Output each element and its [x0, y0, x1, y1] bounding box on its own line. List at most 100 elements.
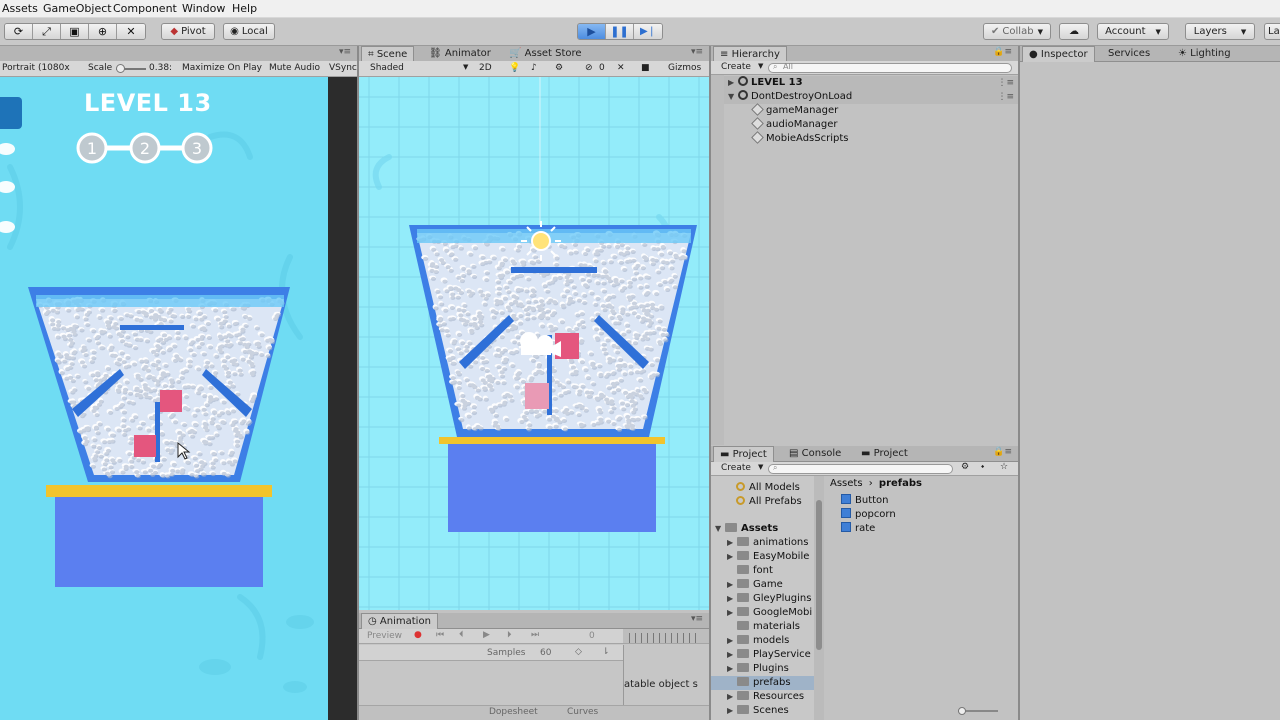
favorite-star-icon[interactable]: ☆	[1000, 462, 1008, 472]
hierarchy-item-audiomanager[interactable]: audioManager	[751, 117, 838, 132]
tab-inspector[interactable]: ● Inspector	[1022, 46, 1095, 62]
hidden-objects-icon[interactable]: ⊘	[585, 63, 593, 73]
folder-item[interactable]: ▶ PlayService	[727, 648, 817, 662]
folder-item[interactable]: ▶ Plugins	[727, 662, 817, 676]
camera-icon[interactable]: ■	[641, 63, 650, 73]
project-search-input[interactable]: ⌕	[768, 463, 953, 474]
item-menu-icon[interactable]: ⋮≡	[997, 90, 1014, 104]
audio-icon[interactable]: ♪	[531, 63, 537, 73]
tab-animation[interactable]: ◷ Animation	[361, 613, 438, 629]
panel-divider[interactable]	[357, 46, 359, 720]
mute-audio-toggle[interactable]: Mute Audio	[269, 63, 320, 73]
asset-rate[interactable]: rate	[841, 522, 875, 536]
tab-scene[interactable]: ⌗ Scene	[361, 46, 415, 62]
pause-button[interactable]: ❚❚	[606, 24, 634, 39]
gizmos-dropdown[interactable]: Gizmos	[668, 63, 701, 73]
first-key-icon[interactable]: ⏮	[436, 630, 444, 640]
tab-project-2[interactable]: ▬ Project	[855, 446, 914, 462]
expand-arrow-icon[interactable]: ▶	[727, 592, 737, 606]
mode-2d-toggle[interactable]: 2D	[479, 63, 492, 73]
menu-assets[interactable]: Assets	[2, 2, 38, 15]
expand-arrow-icon[interactable]: ▶	[727, 578, 737, 592]
item-menu-icon[interactable]: ⋮≡	[997, 76, 1014, 90]
vsync-toggle[interactable]: VSync	[329, 63, 357, 73]
light-icon[interactable]: 💡	[509, 63, 520, 73]
tab-console[interactable]: ▤ Console	[783, 446, 847, 462]
cloud-button[interactable]: ☁	[1059, 23, 1089, 40]
tab-animator[interactable]: ⛓ Animator	[423, 46, 497, 62]
scale-slider-thumb[interactable]	[116, 64, 125, 73]
resolution-dropdown[interactable]: Portrait (1080x	[2, 63, 70, 73]
tab-hierarchy[interactable]: ≡ Hierarchy	[713, 46, 787, 62]
assets-root[interactable]: ▼ Assets	[715, 522, 778, 536]
panel-menu-icon[interactable]: 🔒≡	[993, 47, 1012, 57]
menu-help[interactable]: Help	[232, 2, 257, 15]
folder-item[interactable]: ▶ Resources	[727, 690, 817, 704]
filter-label-icon[interactable]: ⬩	[981, 462, 984, 472]
maximize-on-play-toggle[interactable]: Maximize On Play	[182, 63, 262, 73]
tab-project[interactable]: ▬ Project	[713, 446, 774, 462]
pivot-button[interactable]: ◆ Pivot	[161, 23, 215, 40]
asset-button[interactable]: Button	[841, 494, 889, 508]
play-button[interactable]: ▶	[578, 24, 606, 39]
tree-scrollbar[interactable]	[814, 476, 824, 720]
scale-tool-icon[interactable]: ⤢	[33, 24, 61, 39]
samples-field[interactable]: 60	[540, 648, 551, 658]
breadcrumb-assets[interactable]: Assets	[830, 478, 863, 489]
project-create-dropdown[interactable]: Create	[721, 463, 751, 473]
rotate-tool-icon[interactable]: ⟳	[5, 24, 33, 39]
favorite-all-models[interactable]: All Models	[736, 481, 800, 495]
folder-item[interactable]: ▶ Game	[727, 578, 817, 592]
tab-curves[interactable]: Curves	[567, 707, 598, 717]
folder-item[interactable]: ▶ GleyPlugins	[727, 592, 817, 606]
expand-arrow-icon[interactable]: ▶	[727, 536, 737, 550]
panel-menu-icon[interactable]: 🔒≡	[993, 447, 1012, 457]
menu-component[interactable]: Component	[113, 2, 177, 15]
add-event-icon[interactable]: ⇂	[602, 647, 610, 657]
next-key-icon[interactable]: ⏵	[507, 630, 512, 640]
tab-dopesheet[interactable]: Dopesheet	[489, 707, 538, 717]
folder-item[interactable]: materials	[727, 620, 817, 634]
expand-arrow-icon[interactable]: ▶	[727, 704, 737, 718]
add-key-icon[interactable]: ◇	[575, 647, 582, 657]
collab-button[interactable]: ✔ Collab ▼	[983, 23, 1051, 40]
tab-lighting[interactable]: ☀ Lighting	[1172, 46, 1237, 62]
prev-key-icon[interactable]: ⏴	[459, 630, 464, 640]
breadcrumb-prefabs[interactable]: prefabs	[879, 478, 922, 489]
preview-toggle[interactable]: Preview	[367, 631, 402, 641]
hierarchy-item-level13[interactable]: ▶ LEVEL 13 ⋮≡	[711, 76, 1018, 90]
account-dropdown[interactable]: Account ▼	[1097, 23, 1169, 40]
effects-icon[interactable]: ⚙	[555, 63, 563, 73]
panel-menu-icon[interactable]: ▾≡	[691, 614, 703, 624]
transform-tool-icon[interactable]: ⊕	[89, 24, 117, 39]
folder-item[interactable]: font	[727, 564, 817, 578]
folder-item[interactable]: ▶ GoogleMobi	[727, 606, 817, 620]
layout-dropdown[interactable]: La	[1264, 23, 1280, 40]
expand-arrow-icon[interactable]: ▶	[727, 606, 737, 620]
folder-item[interactable]: prefabs	[711, 676, 817, 690]
collapse-arrow-icon[interactable]: ▼	[715, 522, 725, 536]
game-viewport[interactable]: LEVEL 13 1 2 3	[0, 77, 328, 720]
favorite-all-prefabs[interactable]: All Prefabs	[736, 495, 802, 509]
panel-divider[interactable]	[709, 46, 711, 720]
record-icon[interactable]: ●	[414, 630, 422, 640]
panel-menu-icon[interactable]: ▾≡	[691, 47, 703, 57]
folder-item[interactable]: ▶ models	[727, 634, 817, 648]
local-button[interactable]: ◉ Local	[223, 23, 275, 40]
expand-arrow-icon[interactable]: ▶	[727, 662, 737, 676]
expand-arrow-icon[interactable]: ▶	[727, 550, 737, 564]
custom-tool-icon[interactable]: ✕	[117, 24, 145, 39]
expand-arrow-icon[interactable]: ▶	[727, 690, 737, 704]
folder-item[interactable]: ▶ EasyMobile	[727, 550, 817, 564]
hierarchy-search-input[interactable]: ⌕ All	[768, 62, 1012, 73]
step-button[interactable]: ▶❘	[634, 24, 662, 39]
hierarchy-item-mobieadsscripts[interactable]: MobieAdsScripts	[751, 131, 848, 146]
folder-item[interactable]: ▶ Scenes	[727, 704, 817, 718]
collapse-arrow-icon[interactable]: ▼	[728, 90, 738, 104]
layers-dropdown[interactable]: Layers ▼	[1185, 23, 1255, 40]
scene-viewport[interactable]	[359, 77, 709, 610]
shading-dropdown[interactable]: Shaded	[370, 63, 404, 73]
tools-icon[interactable]: ✕	[617, 63, 625, 73]
panel-menu-icon[interactable]: ▾≡	[339, 47, 351, 57]
tab-services[interactable]: Services	[1102, 46, 1156, 62]
